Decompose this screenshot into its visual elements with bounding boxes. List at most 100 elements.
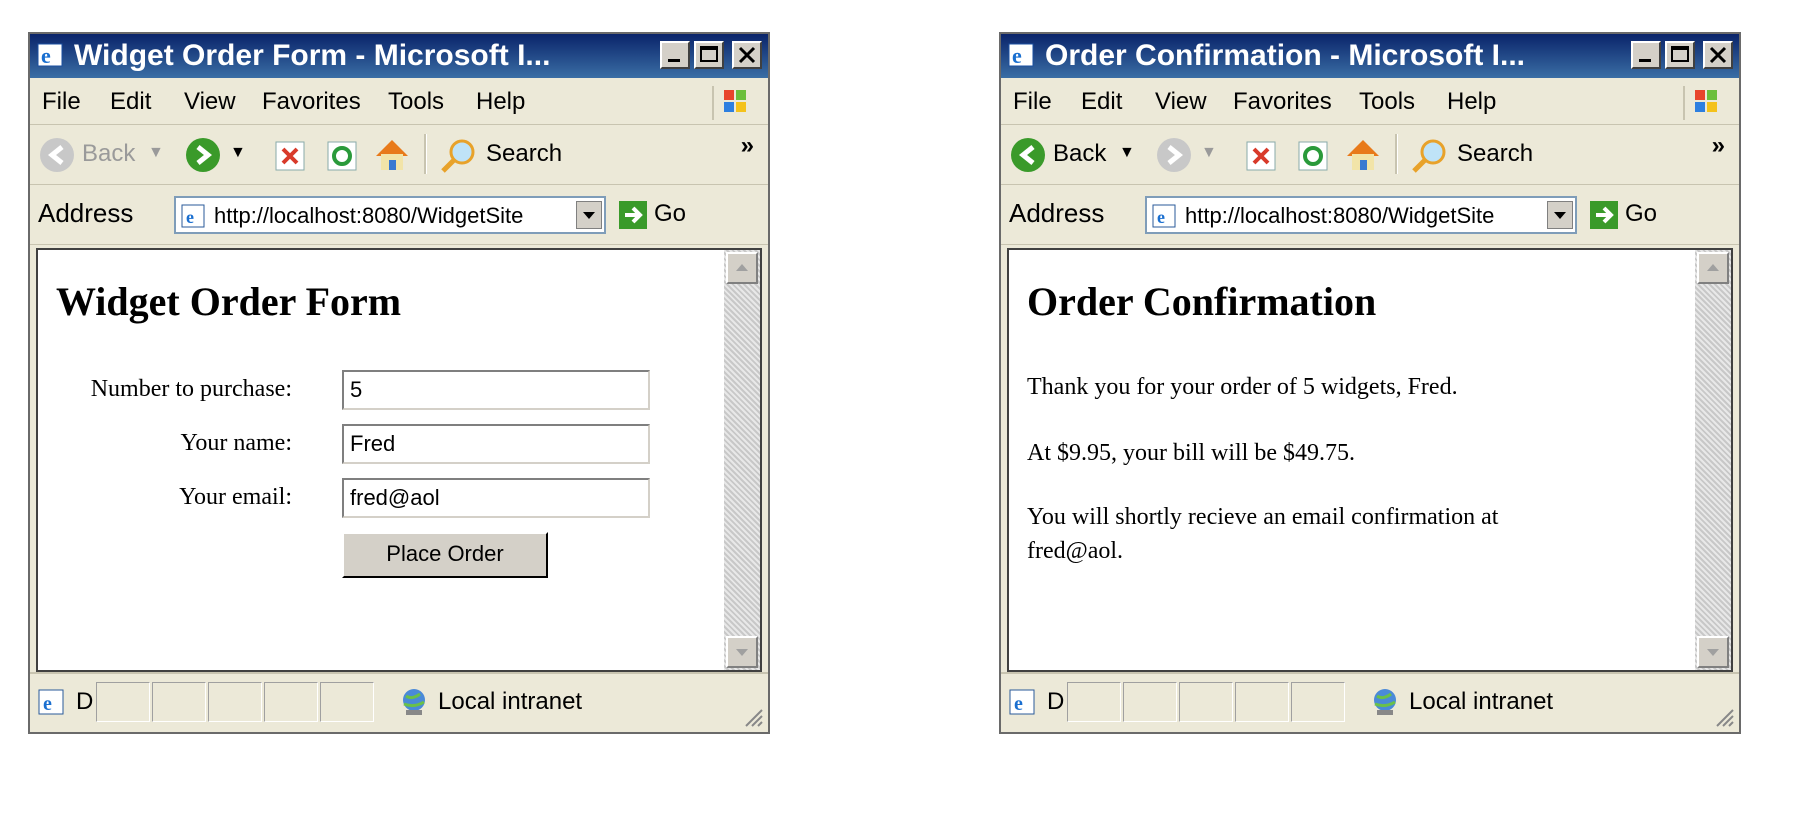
forward-dropdown-icon[interactable]: ▼ (230, 144, 246, 162)
svg-text:e: e (41, 43, 51, 68)
menu-bar: File Edit View Favorites Tools Help (30, 80, 768, 125)
go-label[interactable]: Go (1625, 200, 1657, 228)
status-page-icon: e (38, 689, 64, 715)
go-label[interactable]: Go (654, 200, 686, 228)
menu-file[interactable]: File (1013, 88, 1052, 116)
address-label: Address (38, 198, 134, 228)
refresh-icon[interactable] (326, 140, 358, 172)
forward-dropdown-icon[interactable]: ▼ (1201, 144, 1217, 162)
search-label[interactable]: Search (1457, 140, 1533, 168)
status-panel (1235, 682, 1289, 722)
back-label[interactable]: Back (1053, 140, 1106, 168)
window-title: Order Confirmation - Microsoft I... (1045, 39, 1526, 72)
menu-edit[interactable]: Edit (1081, 88, 1122, 116)
page-icon: e (1152, 204, 1176, 228)
menu-file[interactable]: File (42, 88, 81, 116)
menu-favorites[interactable]: Favorites (262, 88, 361, 116)
scroll-down-button[interactable] (726, 636, 758, 668)
window-title: Widget Order Form - Microsoft I... (74, 39, 551, 72)
search-icon[interactable] (1409, 136, 1449, 176)
vertical-scrollbar[interactable] (724, 250, 760, 670)
quantity-field[interactable] (342, 370, 650, 410)
back-label[interactable]: Back (82, 140, 135, 168)
status-panel (1067, 682, 1121, 722)
forward-arrow-icon[interactable] (184, 136, 222, 174)
intranet-globe-icon (1374, 689, 1396, 715)
close-button[interactable] (1703, 41, 1733, 69)
home-icon[interactable] (372, 136, 412, 174)
status-text: D (76, 688, 94, 715)
status-panel (96, 682, 150, 722)
page-title: Order Confirmation (1027, 279, 1377, 324)
status-text: D (1047, 688, 1065, 715)
refresh-icon[interactable] (1297, 140, 1329, 172)
menu-help[interactable]: Help (1447, 88, 1496, 116)
title-bar[interactable]: e Widget Order Form - Microsoft I... (30, 34, 768, 78)
zone-label: Local intranet (1409, 688, 1554, 715)
maximize-button[interactable] (694, 41, 724, 69)
email-label: Your email: (179, 484, 292, 510)
status-bar: e D Local intranet (30, 672, 768, 732)
menu-view[interactable]: View (184, 88, 236, 116)
scroll-up-button[interactable] (726, 252, 758, 284)
search-icon[interactable] (438, 136, 478, 176)
status-panel (264, 682, 318, 722)
resize-grip-icon[interactable] (1711, 704, 1735, 728)
forward-arrow-icon[interactable] (1155, 136, 1193, 174)
search-label[interactable]: Search (486, 140, 562, 168)
browser-window-order-form: e Widget Order Form - Microsoft I... Fil… (28, 32, 770, 734)
status-panel (208, 682, 262, 722)
svg-text:e: e (186, 207, 194, 227)
email-confirmation-text: You will shortly recieve an email confir… (1027, 504, 1499, 564)
maximize-button[interactable] (1665, 41, 1695, 69)
toolbar-separator (424, 134, 427, 174)
svg-text:e: e (1014, 693, 1023, 715)
address-url: http://localhost:8080/WidgetSite (1185, 203, 1495, 228)
place-order-button[interactable]: Place Order (342, 532, 548, 578)
scroll-down-button[interactable] (1697, 636, 1729, 668)
go-arrow-icon[interactable] (1589, 200, 1619, 230)
menu-tools[interactable]: Tools (388, 88, 444, 116)
close-button[interactable] (732, 41, 762, 69)
title-bar[interactable]: e Order Confirmation - Microsoft I... (1001, 34, 1739, 78)
address-label: Address (1009, 198, 1105, 228)
toolbar-overflow-icon[interactable]: » (1712, 132, 1725, 160)
menu-bar: File Edit View Favorites Tools Help (1001, 80, 1739, 125)
address-bar: Address e http://localhost:8080/WidgetSi… (30, 186, 768, 245)
stop-icon[interactable] (274, 140, 306, 172)
zone-label: Local intranet (438, 688, 583, 715)
scroll-up-button[interactable] (1697, 252, 1729, 284)
windows-flag-icon (712, 86, 754, 120)
toolbar-overflow-icon[interactable]: » (741, 132, 754, 160)
menu-edit[interactable]: Edit (110, 88, 151, 116)
address-bar: Address e http://localhost:8080/WidgetSi… (1001, 186, 1739, 245)
back-arrow-icon[interactable] (1009, 136, 1047, 174)
go-arrow-icon[interactable] (618, 200, 648, 230)
back-arrow-icon[interactable] (38, 136, 76, 174)
back-dropdown-icon[interactable]: ▼ (1119, 144, 1135, 162)
svg-text:e: e (1157, 207, 1165, 227)
resize-grip-icon[interactable] (740, 704, 764, 728)
address-dropdown-button[interactable] (1547, 201, 1573, 229)
stop-icon[interactable] (1245, 140, 1277, 172)
menu-tools[interactable]: Tools (1359, 88, 1415, 116)
minimize-button[interactable] (660, 41, 690, 69)
name-field[interactable] (342, 424, 650, 464)
svg-text:e: e (1012, 43, 1022, 68)
thank-you-text: Thank you for your order of 5 widgets, F… (1027, 374, 1458, 400)
vertical-scrollbar[interactable] (1695, 250, 1731, 670)
quantity-label: Number to purchase: (90, 376, 292, 402)
address-input[interactable]: e http://localhost:8080/WidgetSite (1145, 196, 1577, 234)
minimize-button[interactable] (1631, 41, 1661, 69)
menu-view[interactable]: View (1155, 88, 1207, 116)
menu-help[interactable]: Help (476, 88, 525, 116)
menu-favorites[interactable]: Favorites (1233, 88, 1332, 116)
address-dropdown-button[interactable] (576, 201, 602, 229)
home-icon[interactable] (1343, 136, 1383, 174)
status-panel (1179, 682, 1233, 722)
back-dropdown-icon[interactable]: ▼ (148, 144, 164, 162)
address-input[interactable]: e http://localhost:8080/WidgetSite (174, 196, 606, 234)
email-field[interactable] (342, 478, 650, 518)
status-panel (152, 682, 206, 722)
status-page-icon: e (1009, 689, 1035, 715)
